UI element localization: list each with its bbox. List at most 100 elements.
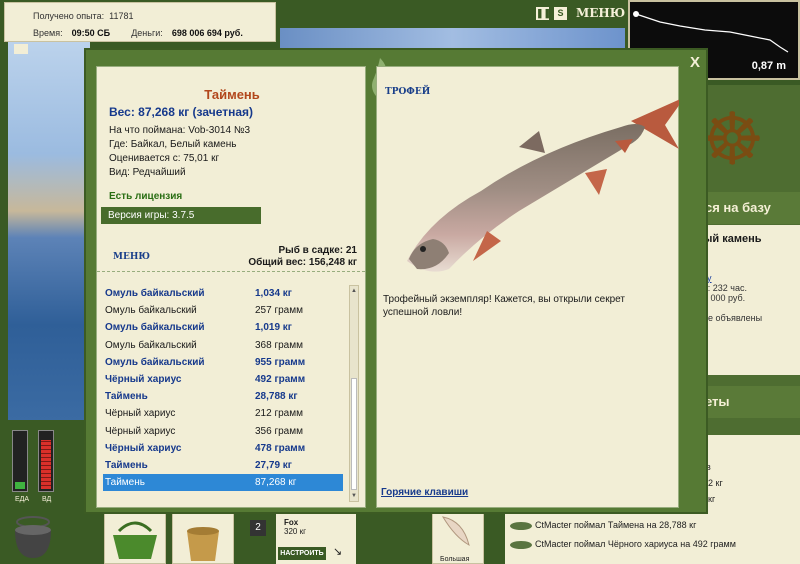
catch-fish-weight: 87,268 кг	[255, 477, 297, 489]
catch-fish-name: Чёрный хариус	[105, 442, 182, 454]
catch-fish-name: Омуль байкальский	[105, 288, 205, 299]
experience-value: 11781	[109, 11, 134, 21]
location-title: ый камень	[703, 233, 762, 245]
catch-fish-name: Чёрный хариус	[105, 408, 176, 420]
catch-fish-name: Омуль байкальский	[105, 339, 197, 351]
ship-wheel-icon: ☸	[700, 100, 765, 180]
top-controls: ❚❚ S МЕНЮ	[536, 6, 625, 20]
menu-button[interactable]: МЕНЮ	[113, 252, 150, 262]
catch-row[interactable]: Омуль байкальский 1,034 кг	[103, 285, 343, 302]
basket-slot[interactable]	[104, 512, 166, 564]
fish-weight: Вес: 87,268 кг (зачетная)	[109, 105, 254, 119]
setup-button[interactable]: НАСТРОИТЬ	[278, 547, 326, 560]
catch-row[interactable]: Омуль байкальский 955 грамм	[103, 354, 343, 371]
kind-line: Вид: Редчайший	[109, 167, 186, 178]
catch-fish-weight: 955 грамм	[255, 356, 306, 368]
license-status: Есть лицензия	[109, 191, 183, 202]
experience-label: Получено опыта:	[33, 11, 105, 21]
catch-fish-weight: 257 грамм	[255, 305, 303, 317]
lake-view	[8, 40, 90, 420]
catch-row[interactable]: Чёрный хариус 212 грамм	[103, 405, 343, 422]
catch-row[interactable]: Чёрный хариус 492 грамм	[103, 371, 343, 388]
location-info: ый камень ку в: 232 час. 5 000 руб. 4 не…	[695, 225, 800, 375]
catch-row[interactable]: Таймень 87,268 кг	[103, 474, 343, 492]
go-to-base-button[interactable]: ся на базу	[695, 192, 800, 224]
scroll-up-icon[interactable]: ▲	[350, 287, 358, 295]
catch-row[interactable]: Омуль байкальский 1,019 кг	[103, 319, 343, 336]
catch-fish-weight: 492 грамм	[255, 373, 306, 385]
fish-icon	[510, 541, 532, 549]
bucket-icon	[187, 527, 219, 561]
catch-fish-name: Омуль байкальский	[105, 305, 197, 317]
catch-fish-name: Таймень	[105, 477, 145, 489]
water-gauge-label: ВД	[42, 496, 52, 503]
arrow-icon: ↘	[333, 546, 343, 558]
catch-fish-weight: 28,788 кг	[255, 391, 298, 403]
lure-weight: 320 кг	[284, 527, 306, 536]
net-weight: Общий вес: 156,248 кг	[248, 257, 357, 268]
location-info-line: 4	[703, 303, 796, 313]
main-menu-button[interactable]: МЕНЮ	[576, 6, 625, 20]
catch-row[interactable]: Таймень 27,79 кг	[103, 457, 343, 474]
basket-icon	[113, 521, 157, 559]
place-line: Где: Байкал, Белый камень	[109, 139, 237, 150]
time-value: 09:50 СБ	[71, 28, 111, 38]
camera-icon[interactable]	[14, 44, 28, 54]
bait-line: На что поймана: Vob-3014 №3	[109, 125, 251, 136]
location-info-line: 5 000 руб.	[703, 293, 746, 303]
catch-list-scrollbar[interactable]: ▲ ▼	[349, 285, 359, 502]
money-value: 698 006 694 руб.	[171, 28, 243, 38]
net-summary: Рыб в садке: 21 Общий вес: 156,248 кг	[248, 245, 357, 269]
depth-value: 0,87 m	[751, 60, 786, 72]
stats-panel: Получено опыта: 11781 Время: 09:50 СБ Де…	[4, 2, 276, 42]
money-label: Деньги:	[131, 28, 163, 38]
catch-row[interactable]: Таймень 28,788 кг	[103, 388, 343, 405]
bucket-slot[interactable]	[172, 512, 234, 564]
food-gauge-label: ЕДА	[15, 496, 30, 503]
trophy-fish-image	[407, 99, 679, 272]
catch-fish-weight: 212 грамм	[255, 408, 303, 420]
catch-row[interactable]: Омуль байкальский 257 грамм	[103, 302, 343, 319]
scroll-down-icon[interactable]: ▼	[350, 492, 358, 500]
catch-row[interactable]: Омуль байкальский 368 грамм	[103, 337, 343, 354]
fish-title: Таймень	[204, 87, 260, 102]
location-info-line: не объявлены	[703, 313, 763, 323]
catch-fish-weight: 356 грамм	[255, 425, 303, 437]
catch-row[interactable]: Чёрный хариус 356 грамм	[103, 423, 343, 440]
water-gauge	[38, 430, 54, 492]
catch-fish-name: Таймень	[105, 459, 148, 471]
location-link[interactable]: ку	[703, 273, 796, 283]
chat-line: CtMacter поймал Таймена на 28,788 кг	[535, 520, 697, 530]
catch-fish-weight: 368 грамм	[255, 339, 303, 351]
game-version: Версия игры: 3.7.5	[101, 207, 261, 224]
catch-fish-name: Чёрный хариус	[105, 425, 176, 437]
fish-icon	[510, 522, 532, 530]
food-gauge-fill	[15, 482, 25, 489]
catch-fish-weight: 1,019 кг	[255, 322, 292, 334]
catch-fish-weight: 1,034 кг	[255, 288, 292, 299]
catch-fish-name: Таймень	[105, 391, 148, 403]
sound-icon[interactable]: S	[554, 6, 567, 20]
catch-list: Омуль байкальский 1,034 кг Омуль байкальск…	[103, 285, 343, 492]
cauldron-icon[interactable]	[8, 512, 58, 564]
time-label: Время:	[33, 28, 63, 38]
chat-line: 2 кг	[708, 478, 723, 488]
chat-line: кг	[708, 494, 716, 504]
close-button[interactable]: X	[686, 54, 704, 71]
catch-fish-name: Чёрный хариус	[105, 373, 182, 385]
catch-fish-weight: 27,79 кг	[255, 459, 292, 471]
scroll-thumb[interactable]	[351, 378, 357, 490]
secrets-button[interactable]: еты	[695, 386, 800, 418]
trophy-pane: ТРОФЕЙ Трофейный экземпляр! Кажется, вы …	[376, 66, 679, 508]
lure-name: Fox	[284, 518, 299, 527]
lake-view-top	[280, 28, 625, 50]
pause-icon[interactable]: ❚❚	[536, 6, 551, 20]
lure2-label: Большая	[440, 556, 470, 563]
catch-row[interactable]: Чёрный хариус 478 грамм	[103, 440, 343, 457]
hotkeys-link[interactable]: Горячие клавиши	[381, 487, 468, 498]
water-gauge-fill	[41, 439, 51, 489]
catch-info-pane: Таймень Вес: 87,268 кг (зачетная) На что…	[96, 66, 366, 508]
value-line: Оценивается с: 75,01 кг	[109, 153, 220, 164]
slot-number: 2	[250, 520, 266, 536]
catch-fish-weight: 478 грамм	[255, 442, 306, 454]
